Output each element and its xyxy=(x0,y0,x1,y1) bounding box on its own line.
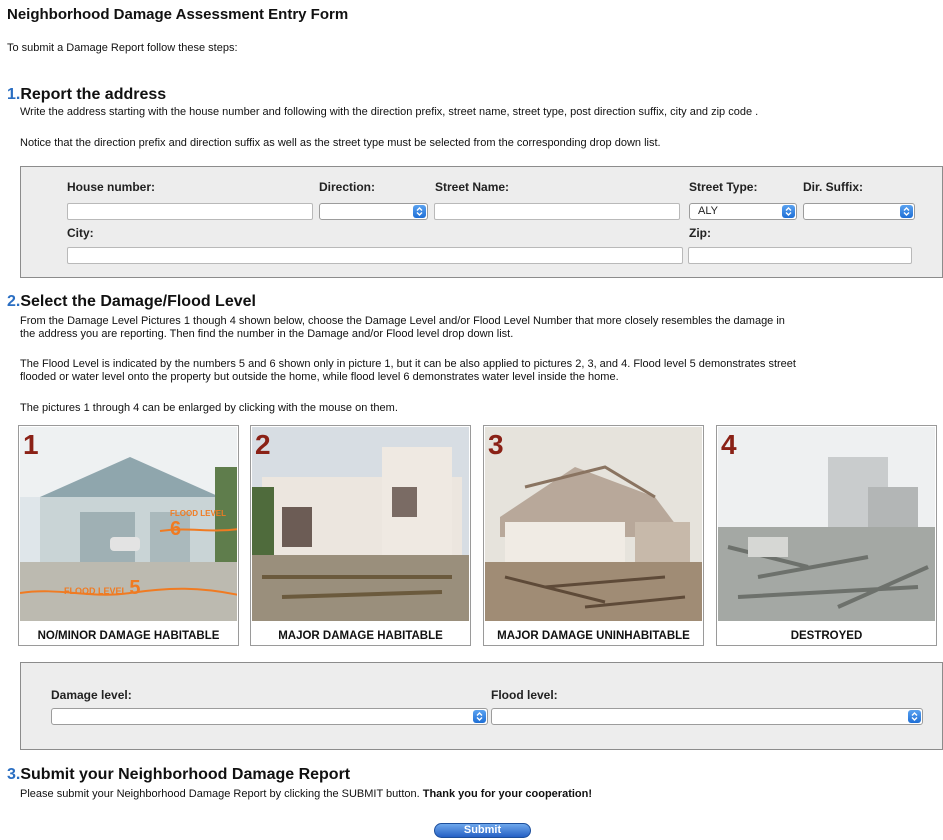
dir-suffix-label: Dir. Suffix: xyxy=(803,180,864,194)
chevron-updown-icon xyxy=(782,205,795,218)
flood-level-text: FLOOD LEVEL xyxy=(170,509,226,518)
picture-caption: DESTROYED xyxy=(790,630,863,642)
damage-flood-panel: Damage level: Flood level: xyxy=(20,662,943,750)
street-name-input[interactable] xyxy=(434,203,680,220)
page-title: Neighborhood Damage Assessment Entry For… xyxy=(7,6,349,23)
flood-level-5-number: 5 xyxy=(129,577,141,599)
step3-thanks: Thank you for your cooperation! xyxy=(422,788,593,800)
step2-heading: 2.Select the Damage/Flood Level xyxy=(7,293,256,311)
damage-level-select[interactable] xyxy=(51,708,488,725)
street-type-label: Street Type: xyxy=(689,180,758,194)
step2-title: Select the Damage/Flood Level xyxy=(20,293,256,310)
step1-title: Report the address xyxy=(20,86,167,103)
step1-heading: 1.Report the address xyxy=(7,86,166,104)
city-label: City: xyxy=(67,226,94,240)
city-input[interactable] xyxy=(67,247,683,264)
damage-picture-4[interactable]: 4 DESTROYED xyxy=(716,425,937,646)
zip-input[interactable] xyxy=(688,247,912,264)
flood-level-6-label: FLOOD LEVEL 6 xyxy=(170,509,237,541)
picture-number: 2 xyxy=(255,429,271,460)
picture-number: 1 xyxy=(23,429,39,460)
flood-level-select[interactable] xyxy=(491,708,923,725)
chevron-updown-icon xyxy=(908,710,921,723)
step2-number: 2. xyxy=(7,293,21,310)
house-photo-4: 4 xyxy=(718,427,935,621)
step2-text3: The pictures 1 through 4 can be enlarged… xyxy=(20,402,398,414)
step3-heading: 3.Submit your Neighborhood Damage Report xyxy=(7,766,350,784)
dir-suffix-select[interactable] xyxy=(803,203,915,220)
picture-number: 4 xyxy=(721,429,737,460)
flood-level-6-number: 6 xyxy=(170,518,182,540)
step2-text2b: flooded or water level onto the property… xyxy=(20,371,619,383)
step1-number: 1. xyxy=(7,86,21,103)
direction-select[interactable] xyxy=(319,203,428,220)
direction-label: Direction: xyxy=(319,180,376,194)
step2-text1b: the address you are reporting. Then find… xyxy=(20,328,514,340)
step1-text1: Write the address starting with the hous… xyxy=(20,106,759,118)
picture-caption: MAJOR DAMAGE HABITABLE xyxy=(278,630,443,642)
street-name-label: Street Name: xyxy=(435,180,510,194)
picture-number: 3 xyxy=(488,429,504,460)
step3-title: Submit your Neighborhood Damage Report xyxy=(20,766,351,783)
street-type-select[interactable]: ALY xyxy=(689,203,797,220)
step1-text2: Notice that the direction prefix and dir… xyxy=(20,137,661,149)
damage-picture-1[interactable]: 1 FLOOD LEVEL 5 FLOOD LEVEL 6 NO/MINOR D… xyxy=(18,425,239,646)
damage-level-label: Damage level: xyxy=(51,688,132,702)
step2-text1a: From the Damage Level Pictures 1 though … xyxy=(20,315,785,327)
street-type-value: ALY xyxy=(698,205,718,217)
house-photo-1: 1 FLOOD LEVEL 5 FLOOD LEVEL 6 xyxy=(20,427,237,621)
step3-number: 3. xyxy=(7,766,21,783)
step2-text2a: The Flood Level is indicated by the numb… xyxy=(20,358,796,370)
zip-label: Zip: xyxy=(689,226,711,240)
house-photo-2: 2 xyxy=(252,427,469,621)
house-number-label: House number: xyxy=(67,180,156,194)
chevron-updown-icon xyxy=(473,710,486,723)
picture-caption: NO/MINOR DAMAGE HABITABLE xyxy=(37,630,220,642)
intro-text: To submit a Damage Report follow these s… xyxy=(7,42,238,54)
damage-picture-3[interactable]: 3 MAJOR DAMAGE UNINHABITABLE xyxy=(483,425,704,646)
house-number-input[interactable] xyxy=(67,203,313,220)
chevron-updown-icon xyxy=(900,205,913,218)
damage-picture-2[interactable]: 2 MAJOR DAMAGE HABITABLE xyxy=(250,425,471,646)
address-panel: House number: Direction: Street Name: St… xyxy=(20,166,943,278)
flood-level-label: Flood level: xyxy=(491,688,558,702)
flood-level-text: FLOOD LEVEL xyxy=(64,586,127,596)
picture-caption: MAJOR DAMAGE UNINHABITABLE xyxy=(497,630,690,642)
step3-text: Please submit your Neighborhood Damage R… xyxy=(20,788,592,801)
flood-level-5-label: FLOOD LEVEL 5 xyxy=(64,577,140,600)
step3-instruction: Please submit your Neighborhood Damage R… xyxy=(20,788,420,800)
chevron-updown-icon xyxy=(413,205,426,218)
house-photo-3: 3 xyxy=(485,427,702,621)
submit-button[interactable]: Submit xyxy=(434,823,531,838)
